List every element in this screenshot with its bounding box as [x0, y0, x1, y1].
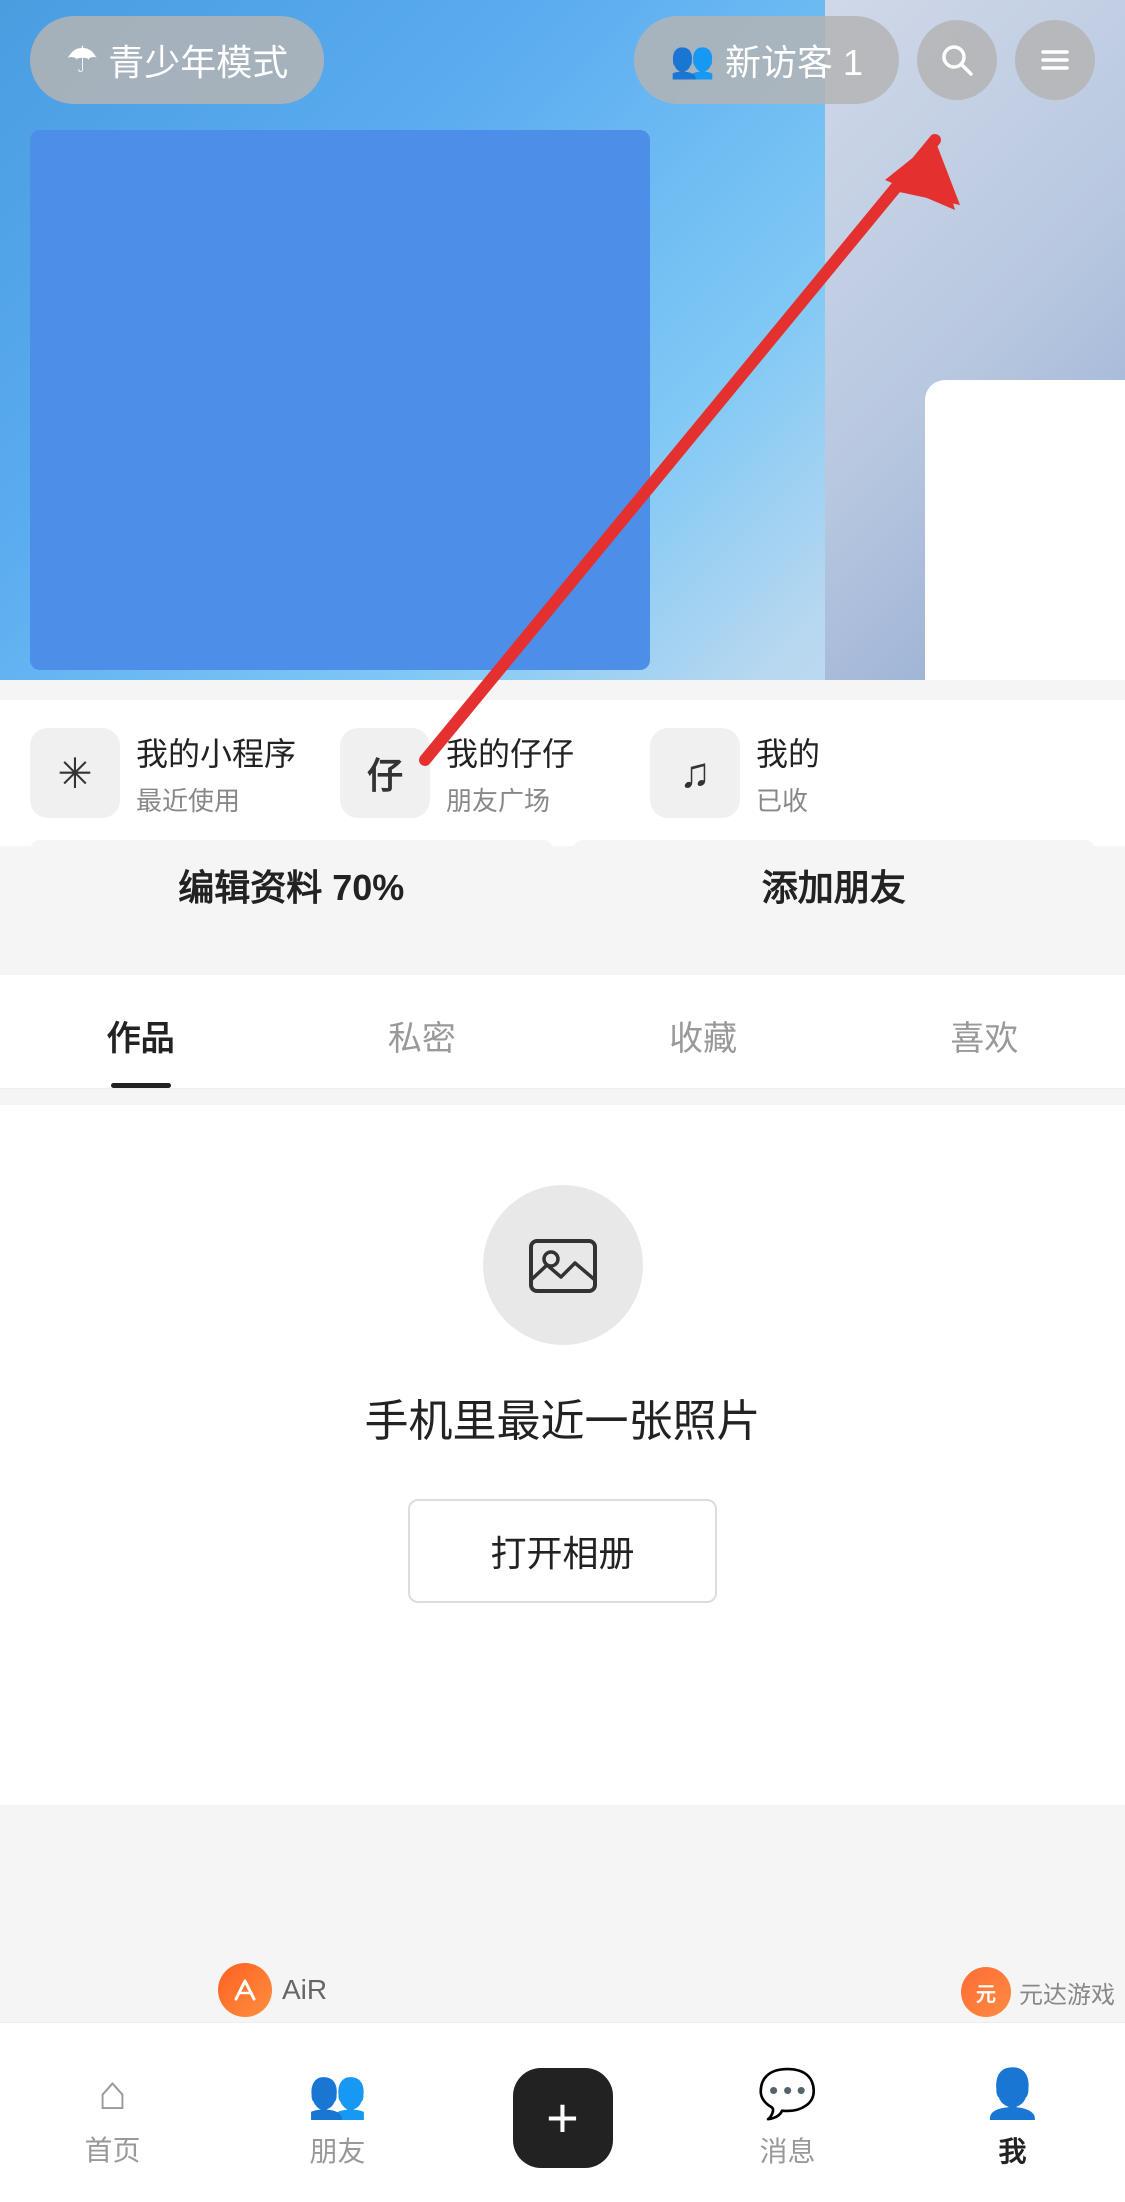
- tab-favorites[interactable]: 收藏: [563, 975, 844, 1088]
- mini-app-item-1[interactable]: 仔 我的仔仔 朋友广场: [340, 728, 650, 818]
- tab-private-label: 私密: [388, 1020, 456, 1058]
- tabs-bar: 作品 私密 收藏 喜欢: [0, 975, 1125, 1089]
- photo-icon: [523, 1225, 603, 1305]
- bottom-nav: ⌂ 首页 👥 朋友 + 💬 消息 👤 我: [0, 2022, 1125, 2202]
- air-logo-circle: [218, 1963, 272, 2017]
- home-icon: ⌂: [98, 2066, 127, 2121]
- mini-app-name-0: 我的小程序: [136, 729, 296, 775]
- add-friend-button[interactable]: 添加朋友: [573, 840, 1096, 930]
- mini-app-info-2: 我的 已收: [756, 729, 820, 818]
- tab-works[interactable]: 作品: [0, 975, 281, 1088]
- nav-me-label: 我: [998, 2130, 1026, 2170]
- tab-likes[interactable]: 喜欢: [844, 975, 1125, 1088]
- profile-blue-block: [30, 130, 650, 670]
- tab-likes-label: 喜欢: [950, 1020, 1018, 1058]
- mini-app-sub-2: 已收: [756, 781, 820, 818]
- visitor-icon: 👥: [670, 39, 715, 81]
- youth-mode-label: 青少年模式: [108, 34, 288, 86]
- watermark: 元 元达游戏: [961, 1967, 1115, 2017]
- top-bar-left: ☂ 青少年模式: [30, 16, 324, 104]
- tab-favorites-label: 收藏: [669, 1020, 737, 1058]
- mini-app-icon-0: ✳: [30, 728, 120, 818]
- me-icon: 👤: [983, 2065, 1043, 2122]
- mini-app-icon-1: 仔: [340, 728, 430, 818]
- add-icon: +: [546, 2090, 579, 2146]
- action-buttons: 编辑资料 70% 添加朋友: [30, 840, 1095, 930]
- search-icon: [937, 40, 977, 80]
- open-album-button[interactable]: 打开相册: [408, 1499, 716, 1603]
- air-text: AiR: [282, 1974, 327, 2006]
- top-bar: ☂ 青少年模式 👥 新访客 1: [0, 0, 1125, 120]
- air-logo-container: AiR: [218, 1963, 327, 2017]
- nav-messages-label: 消息: [759, 2130, 815, 2170]
- mini-apps-row: ✳ 我的小程序 最近使用 仔 我的仔仔 朋友广场 ♫ 我的 已收: [0, 700, 1125, 846]
- mini-app-sub-0: 最近使用: [136, 781, 296, 818]
- mini-app-item-2[interactable]: ♫ 我的 已收: [650, 728, 960, 818]
- tab-works-label: 作品: [107, 1020, 175, 1058]
- mini-app-name-1: 我的仔仔: [446, 729, 574, 775]
- content-area: 手机里最近一张照片 打开相册: [0, 1105, 1125, 1805]
- white-card-peek: [925, 380, 1125, 680]
- air-watermark: AiR: [218, 1963, 327, 2017]
- menu-icon: [1035, 40, 1075, 80]
- messages-icon: 💬: [758, 2065, 818, 2122]
- nav-home-label: 首页: [84, 2129, 140, 2169]
- nav-item-add[interactable]: +: [450, 2058, 675, 2168]
- youth-mode-icon: ☂: [66, 39, 98, 81]
- tab-private[interactable]: 私密: [281, 975, 562, 1088]
- edit-profile-button[interactable]: 编辑资料 70%: [30, 840, 553, 930]
- friends-icon: 👥: [308, 2065, 368, 2122]
- mini-app-item-0[interactable]: ✳ 我的小程序 最近使用: [30, 728, 340, 818]
- add-button[interactable]: +: [513, 2068, 613, 2168]
- mini-app-name-2: 我的: [756, 729, 820, 775]
- search-button[interactable]: [917, 20, 997, 100]
- empty-state-title: 手机里最近一张照片: [365, 1385, 761, 1449]
- watermark-logo: 元: [961, 1967, 1011, 2017]
- nav-item-messages[interactable]: 💬 消息: [675, 2055, 900, 2170]
- visitor-button[interactable]: 👥 新访客 1: [634, 16, 899, 104]
- nav-friends-label: 朋友: [309, 2130, 365, 2170]
- visitor-label: 新访客 1: [725, 34, 863, 86]
- mini-app-info-0: 我的小程序 最近使用: [136, 729, 296, 818]
- mini-app-info-1: 我的仔仔 朋友广场: [446, 729, 574, 818]
- nav-item-friends[interactable]: 👥 朋友: [225, 2055, 450, 2170]
- top-bar-right: 👥 新访客 1: [634, 16, 1095, 104]
- photo-icon-circle: [483, 1185, 643, 1345]
- mini-app-sub-1: 朋友广场: [446, 781, 574, 818]
- mini-app-icon-2: ♫: [650, 728, 740, 818]
- watermark-text: 元达游戏: [1019, 1975, 1115, 2010]
- nav-item-home[interactable]: ⌂ 首页: [0, 2056, 225, 2169]
- nav-item-me[interactable]: 👤 我: [900, 2055, 1125, 2170]
- menu-button[interactable]: [1015, 20, 1095, 100]
- youth-mode-button[interactable]: ☂ 青少年模式: [30, 16, 324, 104]
